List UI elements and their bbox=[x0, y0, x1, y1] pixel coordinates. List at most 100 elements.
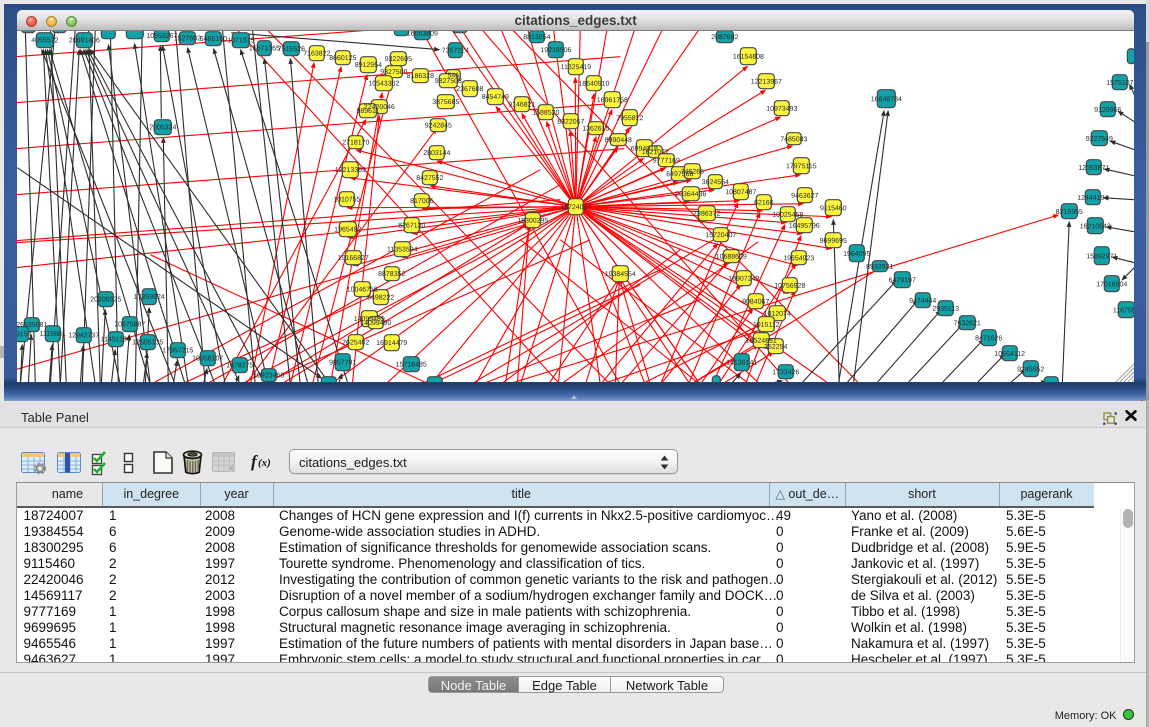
svg-text:746266: 746266 bbox=[680, 169, 703, 176]
svg-text:20691406: 20691406 bbox=[69, 38, 100, 45]
svg-text:9777169: 9777169 bbox=[652, 158, 679, 165]
svg-text:8660125: 8660125 bbox=[329, 55, 356, 62]
svg-text:2087682: 2087682 bbox=[711, 34, 738, 41]
svg-text:1965492: 1965492 bbox=[334, 227, 361, 234]
svg-text:12942737: 12942737 bbox=[68, 333, 99, 340]
svg-text:9327508: 9327508 bbox=[434, 78, 461, 85]
svg-text:1678275: 1678275 bbox=[226, 363, 253, 370]
svg-text:9146821: 9146821 bbox=[508, 102, 535, 109]
svg-text:16053809: 16053809 bbox=[407, 31, 438, 38]
svg-text:1010755: 1010755 bbox=[333, 197, 360, 204]
svg-text:989611: 989611 bbox=[356, 108, 379, 115]
svg-text:10543362: 10543362 bbox=[368, 81, 399, 88]
svg-text:15720407: 15720407 bbox=[705, 232, 736, 239]
svg-text:17975115: 17975115 bbox=[786, 164, 817, 171]
svg-text:11353594: 11353594 bbox=[387, 247, 418, 254]
svg-text:8454749: 8454749 bbox=[481, 94, 508, 101]
svg-text:9699695: 9699695 bbox=[819, 238, 846, 245]
svg-text:9474444: 9474444 bbox=[909, 298, 936, 305]
svg-text:9129966: 9129966 bbox=[1094, 107, 1121, 114]
svg-text:9463627: 9463627 bbox=[791, 193, 818, 200]
svg-text:2935113: 2935113 bbox=[932, 306, 959, 313]
svg-text:14099490: 14099490 bbox=[360, 320, 391, 327]
svg-text:8933921: 8933921 bbox=[866, 264, 893, 271]
svg-text:18300295: 18300295 bbox=[517, 218, 548, 225]
svg-text:8878352: 8878352 bbox=[378, 271, 405, 278]
svg-text:16914479: 16914479 bbox=[376, 340, 407, 347]
svg-text:8990448: 8990448 bbox=[604, 137, 631, 144]
svg-text:16154808: 16154808 bbox=[733, 54, 764, 61]
svg-text:10046756: 10046756 bbox=[346, 287, 377, 294]
svg-text:17359924: 17359924 bbox=[133, 294, 164, 301]
svg-text:2005334: 2005334 bbox=[149, 125, 176, 132]
svg-text:62160: 62160 bbox=[754, 200, 774, 207]
svg-text:10756928: 10756928 bbox=[774, 283, 805, 290]
svg-text:18640910: 18640910 bbox=[578, 81, 609, 88]
svg-text:8215955: 8215955 bbox=[1055, 209, 1082, 216]
svg-text:20364436: 20364436 bbox=[675, 191, 706, 198]
svg-text:8912954: 8912954 bbox=[354, 62, 381, 69]
svg-text:9245652: 9245652 bbox=[1017, 367, 1044, 374]
svg-text:8322057: 8322057 bbox=[557, 119, 584, 126]
svg-text:19654923: 19654923 bbox=[783, 256, 814, 263]
svg-text:11451194: 11451194 bbox=[100, 337, 130, 344]
svg-text:7955812: 7955812 bbox=[616, 115, 643, 122]
svg-text:8813054: 8813054 bbox=[523, 34, 550, 41]
svg-text:252254: 252254 bbox=[764, 344, 787, 351]
svg-text:19166827: 19166827 bbox=[337, 255, 368, 262]
svg-text:9322605: 9322605 bbox=[384, 56, 411, 63]
svg-text:18724007: 18724007 bbox=[560, 204, 591, 211]
svg-text:17957215: 17957215 bbox=[162, 348, 193, 355]
svg-text:8186328: 8186328 bbox=[406, 73, 433, 80]
svg-text:16210643: 16210643 bbox=[1079, 224, 1110, 231]
svg-text:1575107: 1575107 bbox=[1106, 80, 1133, 87]
svg-text:10958107: 10958107 bbox=[192, 356, 223, 363]
svg-text:7163822: 7163822 bbox=[303, 51, 330, 58]
svg-text:10688609: 10688609 bbox=[715, 254, 746, 261]
svg-text:1362615: 1362615 bbox=[582, 126, 609, 133]
svg-text:16961758: 16961758 bbox=[596, 97, 627, 104]
svg-text:16648784: 16648784 bbox=[870, 97, 901, 104]
svg-text:6479197: 6479197 bbox=[888, 278, 915, 285]
svg-text:6466160: 6466160 bbox=[199, 36, 226, 43]
svg-text:10923468: 10923468 bbox=[253, 373, 284, 380]
svg-text:1733426: 1733426 bbox=[772, 369, 799, 376]
svg-text:19218506: 19218506 bbox=[540, 47, 571, 54]
svg-text:12505135: 12505135 bbox=[132, 340, 163, 347]
svg-text:1588520: 1588520 bbox=[532, 110, 559, 117]
svg-text:12213369: 12213369 bbox=[334, 167, 365, 174]
svg-text:10025458: 10025458 bbox=[772, 212, 803, 219]
svg-text:9227549: 9227549 bbox=[1085, 136, 1112, 143]
svg-text:12444194: 12444194 bbox=[1077, 195, 1108, 202]
svg-text:18907249: 18907249 bbox=[728, 276, 759, 283]
svg-text:9242845: 9242845 bbox=[424, 123, 451, 130]
svg-text:12213967: 12213967 bbox=[751, 79, 782, 86]
svg-text:10807487: 10807487 bbox=[725, 189, 756, 196]
svg-text:9857791: 9857791 bbox=[329, 360, 356, 367]
svg-text:1115681: 1115681 bbox=[39, 331, 65, 338]
svg-text:8471626: 8471626 bbox=[975, 336, 1002, 343]
svg-text:4055572: 4055572 bbox=[31, 38, 58, 45]
svg-text:26535081: 26535081 bbox=[17, 322, 47, 329]
svg-text:1015112: 1015112 bbox=[753, 322, 780, 329]
svg-text:7625402: 7625402 bbox=[342, 340, 369, 347]
svg-text:2803144: 2803144 bbox=[423, 150, 450, 157]
svg-text:7357224: 7357224 bbox=[441, 48, 468, 55]
svg-text:5498222: 5498222 bbox=[367, 295, 394, 302]
svg-text:(x): (x) bbox=[258, 457, 271, 469]
svg-text:9327500: 9327500 bbox=[380, 69, 407, 76]
svg-text:1621072: 1621072 bbox=[641, 149, 668, 156]
svg-text:19384554: 19384554 bbox=[604, 271, 635, 278]
svg-text:3624554: 3624554 bbox=[701, 179, 728, 186]
svg-text:16671365: 16671365 bbox=[249, 46, 280, 53]
svg-text:1071915: 1071915 bbox=[227, 38, 254, 45]
svg-text:15716485: 15716485 bbox=[395, 362, 426, 369]
svg-text:7515526: 7515526 bbox=[277, 46, 304, 53]
svg-text:817006: 817006 bbox=[410, 198, 433, 205]
svg-text:10973493: 10973493 bbox=[766, 106, 797, 113]
svg-text:20975887: 20975887 bbox=[114, 322, 145, 329]
svg-text:7386372: 7386372 bbox=[693, 211, 720, 218]
svg-text:9084067: 9084067 bbox=[742, 299, 769, 306]
svg-text:1012074: 1012074 bbox=[763, 311, 790, 318]
svg-text:2718170: 2718170 bbox=[342, 140, 369, 147]
